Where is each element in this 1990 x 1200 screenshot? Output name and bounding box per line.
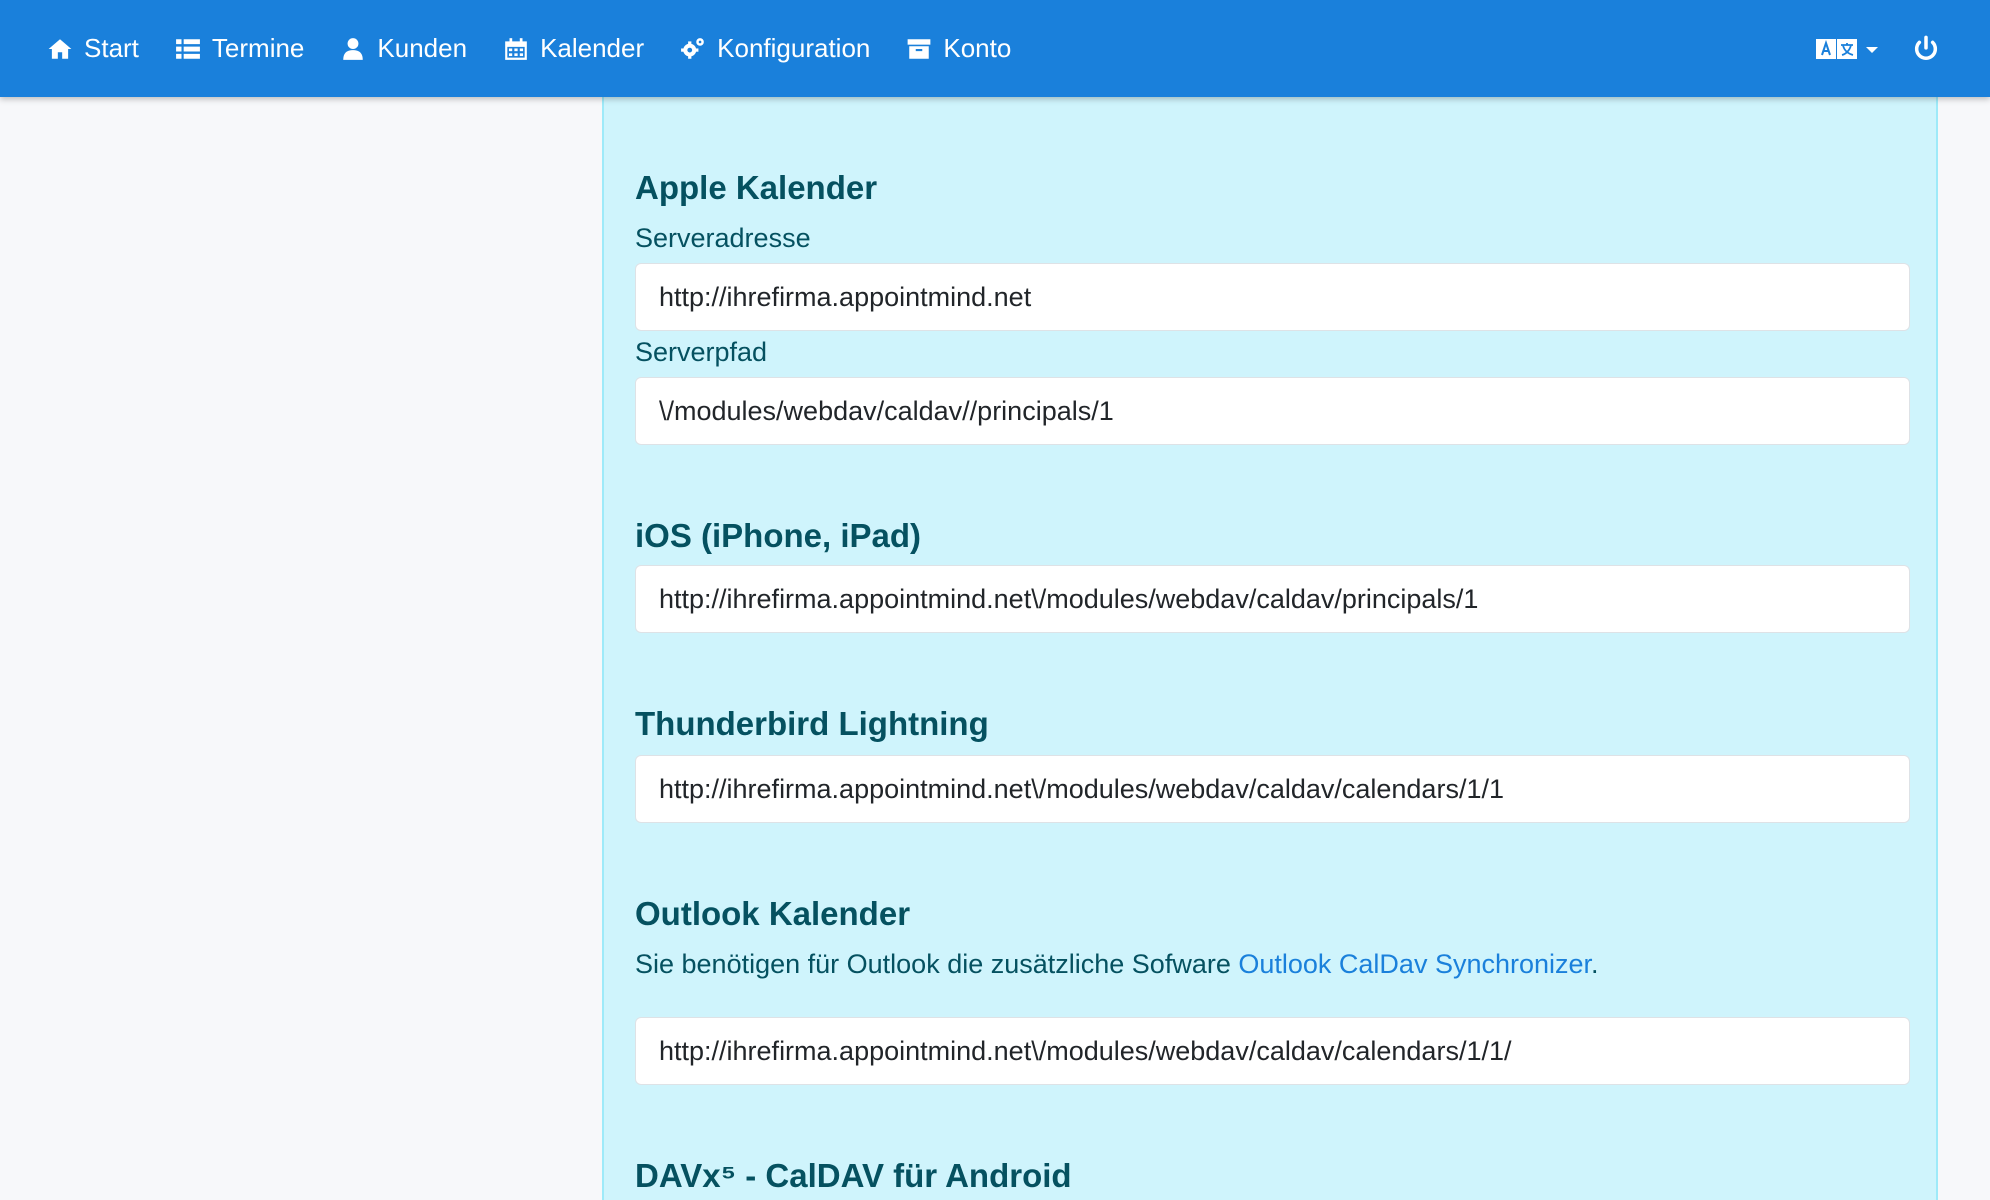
server-path-label: Serverpfad: [635, 337, 768, 367]
nav-item-kunden[interactable]: Kunden: [339, 0, 467, 97]
section-title-thunderbird: Thunderbird Lightning: [635, 705, 989, 742]
top-navbar: Start Termine Kunden Kalender Konfigurat…: [0, 0, 1990, 97]
power-icon: [1914, 35, 1938, 60]
nav-item-label: Konfiguration: [717, 33, 871, 63]
outlook-url-field[interactable]: http://ihrefirma.appointmind.net\/module…: [635, 1017, 1910, 1085]
nav-item-label: Konto: [943, 33, 1012, 63]
section-title-outlook: Outlook Kalender: [635, 895, 911, 932]
section-title-ios: iOS (iPhone, iPad): [635, 517, 922, 554]
server-address-field[interactable]: http://ihrefirma.appointmind.net: [635, 263, 1910, 331]
nav-item-konfiguration[interactable]: Konfiguration: [679, 0, 870, 97]
outlook-note-end: .: [1591, 949, 1599, 979]
home-icon: [46, 35, 74, 63]
caldav-info-panel: Apple Kalender Serveradresse http://ihre…: [602, 97, 1938, 1200]
nav-item-label: Start: [84, 33, 139, 63]
outlook-caldav-synchronizer-link[interactable]: Outlook CalDav Synchronizer: [1238, 949, 1591, 979]
server-address-label: Serveradresse: [635, 223, 811, 253]
thunderbird-url-field[interactable]: http://ihrefirma.appointmind.net\/module…: [635, 755, 1910, 823]
nav-item-label: Kunden: [377, 33, 468, 63]
logout-button[interactable]: [1912, 35, 1940, 63]
nav-item-label: Kalender: [540, 33, 645, 63]
user-icon: [339, 35, 367, 63]
server-path-field[interactable]: \/modules/webdav/caldav//principals/1: [635, 377, 1910, 445]
nav-item-label: Termine: [211, 33, 305, 63]
nav-right-controls: [1816, 0, 1990, 97]
section-title-apple: Apple Kalender: [635, 169, 878, 206]
sidebar: [0, 97, 602, 1200]
nav-menu: Start Termine Kunden Kalender Konfigurat…: [0, 0, 1046, 97]
ios-url-field[interactable]: http://ihrefirma.appointmind.net\/module…: [635, 565, 1910, 633]
outlook-note-text: Sie benötigen für Outlook die zusätzlich…: [635, 949, 1239, 979]
outlook-note: Sie benötigen für Outlook die zusätzlich…: [635, 949, 1599, 980]
gears-icon: [679, 35, 707, 63]
calendar-icon: [502, 35, 530, 63]
nav-item-termine[interactable]: Termine: [174, 0, 304, 97]
chevron-down-icon: [1866, 46, 1878, 53]
language-dropdown[interactable]: [1816, 37, 1878, 61]
nav-item-start[interactable]: Start: [46, 0, 139, 97]
section-title-davx: DAVx⁵ - CalDAV für Android: [635, 1157, 1072, 1194]
archive-icon: [905, 35, 933, 63]
nav-item-konto[interactable]: Konto: [905, 0, 1011, 97]
translate-icon: [1816, 38, 1857, 59]
nav-item-kalender[interactable]: Kalender: [502, 0, 644, 97]
list-icon: [174, 35, 202, 63]
